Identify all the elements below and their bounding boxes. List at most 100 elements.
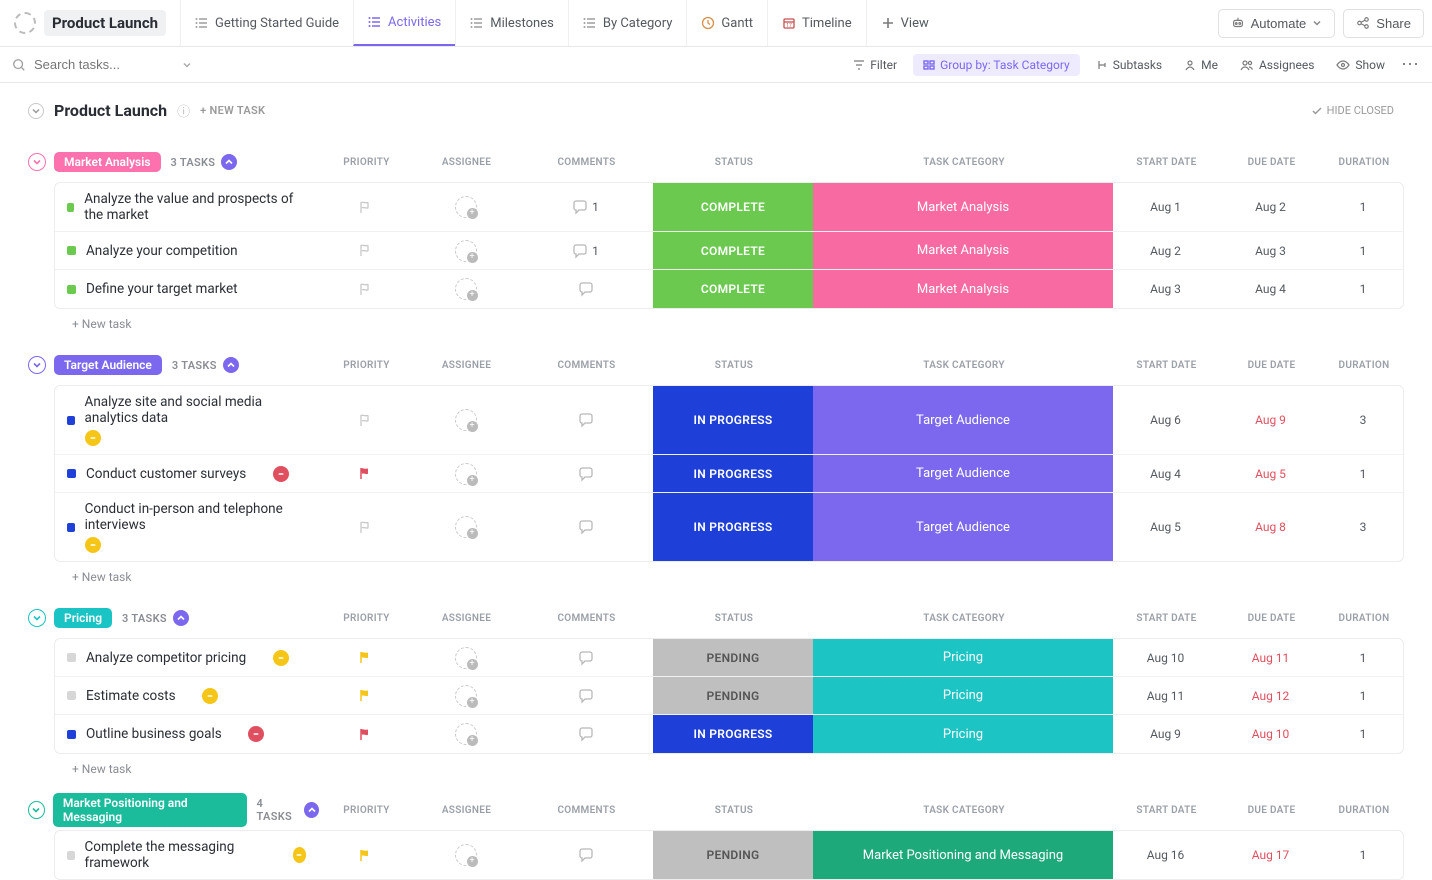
assignee-cell[interactable] xyxy=(413,386,518,454)
priority-cell[interactable] xyxy=(318,270,413,308)
col-header-status[interactable]: STATUS xyxy=(654,157,814,168)
comments-cell[interactable] xyxy=(518,493,653,561)
status-square-icon[interactable] xyxy=(67,203,74,212)
start-date-cell[interactable]: Aug 10 xyxy=(1113,639,1218,676)
col-header-duration[interactable]: DURATION xyxy=(1324,613,1404,624)
new-task-row-button[interactable]: + New task xyxy=(28,754,1404,776)
priority-cell[interactable] xyxy=(318,639,413,676)
new-task-button[interactable]: + NEW TASK xyxy=(200,104,265,117)
col-header-duration[interactable]: DURATION xyxy=(1324,805,1404,816)
comments-cell[interactable]: 1 xyxy=(518,183,653,231)
category-cell[interactable]: Pricing xyxy=(813,677,1113,714)
assignee-cell[interactable] xyxy=(413,677,518,714)
col-header-status[interactable]: STATUS xyxy=(654,805,814,816)
task-row[interactable]: Analyze site and social media analytics … xyxy=(55,386,1403,455)
col-header-assignee[interactable]: ASSIGNEE xyxy=(414,360,519,371)
due-date-cell[interactable]: Aug 12 xyxy=(1218,677,1323,714)
task-row[interactable]: Conduct customer surveys IN PROGRESS Tar… xyxy=(55,455,1403,493)
subtasks-button[interactable]: Subtasks xyxy=(1090,54,1168,76)
start-date-cell[interactable]: Aug 4 xyxy=(1113,455,1218,492)
start-date-cell[interactable]: Aug 2 xyxy=(1113,232,1218,269)
due-date-cell[interactable]: Aug 10 xyxy=(1218,715,1323,753)
due-date-cell[interactable]: Aug 2 xyxy=(1218,183,1323,231)
col-header-category[interactable]: TASK CATEGORY xyxy=(814,360,1114,371)
status-cell[interactable]: IN PROGRESS xyxy=(653,715,813,753)
status-cell[interactable]: COMPLETE xyxy=(653,270,813,308)
status-square-icon[interactable] xyxy=(67,246,76,255)
tab-gantt[interactable]: Gantt xyxy=(686,0,767,46)
tab-timeline[interactable]: 17Timeline xyxy=(767,0,866,46)
category-cell[interactable]: Market Positioning and Messaging xyxy=(813,831,1113,879)
col-header-start[interactable]: START DATE xyxy=(1114,613,1219,624)
due-date-cell[interactable]: Aug 4 xyxy=(1218,270,1323,308)
comments-cell[interactable]: 1 xyxy=(518,232,653,269)
col-header-duration[interactable]: DURATION xyxy=(1324,360,1404,371)
category-cell[interactable]: Market Analysis xyxy=(813,270,1113,308)
task-row[interactable]: Analyze competitor pricing PENDING Prici… xyxy=(55,639,1403,677)
status-square-icon[interactable] xyxy=(67,523,75,532)
duration-cell[interactable]: 1 xyxy=(1323,639,1403,676)
priority-cell[interactable] xyxy=(318,232,413,269)
group-sort-button[interactable] xyxy=(173,610,189,626)
col-header-start[interactable]: START DATE xyxy=(1114,360,1219,371)
due-date-cell[interactable]: Aug 9 xyxy=(1218,386,1323,454)
tab-getting-started-guide[interactable]: Getting Started Guide xyxy=(180,0,353,46)
automate-button[interactable]: Automate xyxy=(1218,9,1336,38)
assignee-cell[interactable] xyxy=(413,493,518,561)
col-header-priority[interactable]: PRIORITY xyxy=(319,805,414,816)
status-square-icon[interactable] xyxy=(67,851,75,860)
col-header-comments[interactable]: COMMENTS xyxy=(519,360,654,371)
comments-cell[interactable] xyxy=(518,455,653,492)
comments-cell[interactable] xyxy=(518,270,653,308)
assignee-cell[interactable] xyxy=(413,831,518,879)
start-date-cell[interactable]: Aug 16 xyxy=(1113,831,1218,879)
group-collapse-button[interactable] xyxy=(28,153,46,171)
due-date-cell[interactable]: Aug 8 xyxy=(1218,493,1323,561)
tab-view[interactable]: View xyxy=(866,0,943,46)
task-row[interactable]: Analyze the value and prospects of the m… xyxy=(55,183,1403,232)
category-cell[interactable]: Pricing xyxy=(813,639,1113,676)
tab-activities[interactable]: Activities xyxy=(353,0,455,46)
start-date-cell[interactable]: Aug 3 xyxy=(1113,270,1218,308)
task-row[interactable]: Conduct in-person and telephone intervie… xyxy=(55,493,1403,561)
comments-cell[interactable] xyxy=(518,715,653,753)
status-cell[interactable]: IN PROGRESS xyxy=(653,386,813,454)
status-cell[interactable]: COMPLETE xyxy=(653,183,813,231)
group-sort-button[interactable] xyxy=(304,802,319,818)
assignee-cell[interactable] xyxy=(413,639,518,676)
task-row[interactable]: Outline business goals IN PROGRESS Prici… xyxy=(55,715,1403,753)
group-name-pill[interactable]: Target Audience xyxy=(54,355,162,375)
col-header-priority[interactable]: PRIORITY xyxy=(319,157,414,168)
task-row[interactable]: Estimate costs PENDING Pricing Aug 11 Au… xyxy=(55,677,1403,715)
task-row[interactable]: Define your target market COMPLETE Marke… xyxy=(55,270,1403,308)
group-collapse-button[interactable] xyxy=(28,801,45,819)
group-name-pill[interactable]: Market Analysis xyxy=(54,152,161,172)
status-square-icon[interactable] xyxy=(67,469,76,478)
filter-button[interactable]: Filter xyxy=(847,54,903,76)
status-cell[interactable]: PENDING xyxy=(653,639,813,676)
group-collapse-button[interactable] xyxy=(28,609,46,627)
assignee-cell[interactable] xyxy=(413,270,518,308)
start-date-cell[interactable]: Aug 1 xyxy=(1113,183,1218,231)
status-cell[interactable]: PENDING xyxy=(653,831,813,879)
col-header-priority[interactable]: PRIORITY xyxy=(319,613,414,624)
col-header-priority[interactable]: PRIORITY xyxy=(319,360,414,371)
col-header-due[interactable]: DUE DATE xyxy=(1219,805,1324,816)
group-name-pill[interactable]: Pricing xyxy=(54,608,112,628)
board-title[interactable]: Product Launch xyxy=(44,10,166,36)
category-cell[interactable]: Pricing xyxy=(813,715,1113,753)
group-collapse-button[interactable] xyxy=(28,356,46,374)
col-header-comments[interactable]: COMMENTS xyxy=(519,157,654,168)
duration-cell[interactable]: 3 xyxy=(1323,493,1403,561)
status-square-icon[interactable] xyxy=(67,653,76,662)
status-cell[interactable]: IN PROGRESS xyxy=(653,455,813,492)
chevron-down-icon[interactable] xyxy=(182,60,192,70)
group-sort-button[interactable] xyxy=(223,357,239,373)
col-header-due[interactable]: DUE DATE xyxy=(1219,360,1324,371)
col-header-assignee[interactable]: ASSIGNEE xyxy=(414,613,519,624)
comments-cell[interactable] xyxy=(518,677,653,714)
due-date-cell[interactable]: Aug 3 xyxy=(1218,232,1323,269)
due-date-cell[interactable]: Aug 11 xyxy=(1218,639,1323,676)
new-task-row-button[interactable]: + New task xyxy=(28,562,1404,584)
col-header-due[interactable]: DUE DATE xyxy=(1219,613,1324,624)
